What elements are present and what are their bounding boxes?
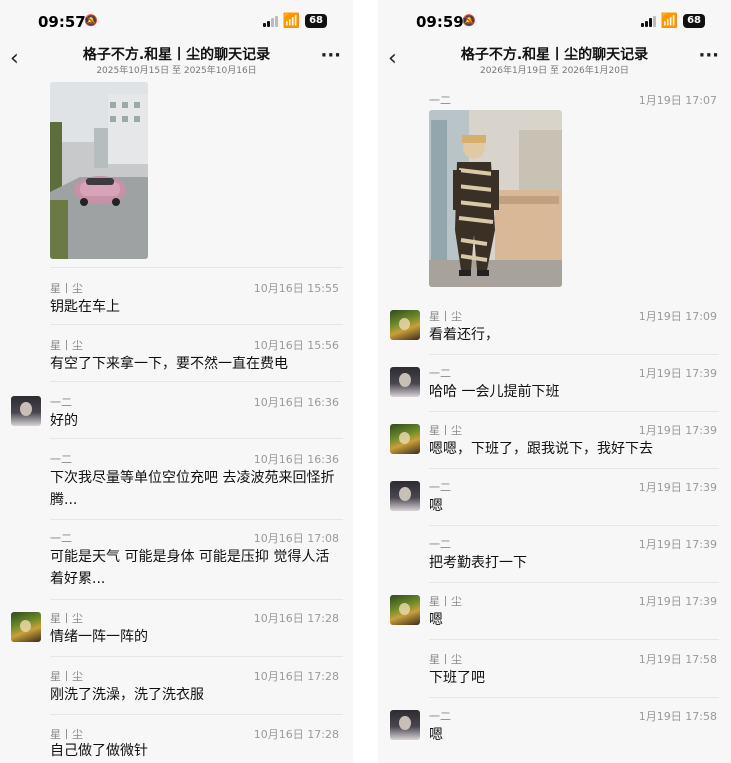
message-text: 刚洗了洗澡，洗了洗衣服	[50, 687, 204, 703]
message-time: 10月16日 15:55	[253, 282, 339, 295]
person-photo-icon	[429, 110, 562, 287]
avatar[interactable]	[11, 612, 41, 642]
divider	[50, 381, 343, 382]
wifi-icon: 📶	[282, 13, 301, 29]
divider	[50, 519, 343, 520]
divider	[429, 411, 719, 412]
bell-slash-icon: 🔕	[84, 14, 98, 27]
divider	[429, 639, 719, 640]
message-text: 可能是天气 可能是身体 可能是压抑 觉得人活着好累...	[50, 549, 330, 587]
bell-slash-icon: 🔕	[462, 14, 476, 27]
avatar[interactable]	[390, 424, 420, 454]
status-time: 09:59	[416, 13, 464, 31]
chevron-left-icon[interactable]: ‹	[388, 47, 397, 71]
message-sender: 一二	[429, 710, 451, 723]
message-time: 10月16日 17:28	[253, 612, 339, 625]
message-image-person[interactable]	[429, 110, 562, 287]
more-dots-icon[interactable]: ···	[698, 47, 719, 65]
message-time: 10月16日 17:28	[253, 670, 339, 683]
message-sender: 星丨尘	[50, 612, 83, 625]
avatar[interactable]	[390, 481, 420, 511]
divider	[429, 525, 719, 526]
message-time: 1月19日 17:07	[638, 94, 717, 107]
avatar[interactable]	[390, 710, 420, 740]
divider	[429, 582, 719, 583]
chat-history-screen-right: 09:59 🔕 📶 68 ‹ 格子不方.和星丨尘的聊天记录 2026年1月19日…	[378, 0, 731, 763]
message-text: 嗯	[429, 612, 443, 628]
page-title: 格子不方.和星丨尘的聊天记录	[82, 47, 271, 63]
message-image-car[interactable]	[50, 82, 148, 259]
avatar[interactable]	[390, 367, 420, 397]
divider	[50, 714, 343, 715]
message-text: 把考勤表打一下	[429, 555, 527, 571]
avatar[interactable]	[11, 396, 41, 426]
message-sender: 星丨尘	[429, 424, 462, 437]
message-text: 嗯	[429, 727, 443, 743]
divider	[50, 324, 343, 325]
page-title: 格子不方.和星丨尘的聊天记录	[460, 47, 649, 63]
message-sender: 一二	[429, 367, 451, 380]
message-sender: 一二	[429, 94, 451, 107]
message-time: 10月16日 15:56	[253, 339, 339, 352]
message-sender: 一二	[50, 396, 72, 409]
message-time: 1月19日 17:58	[638, 653, 717, 666]
message-sender: 一二	[429, 538, 451, 551]
battery-icon: 68	[683, 14, 705, 28]
message-time: 1月19日 17:39	[638, 481, 717, 494]
message-sender: 一二	[429, 481, 451, 494]
divider	[50, 438, 343, 439]
message-time: 10月16日 16:36	[253, 396, 339, 409]
message-sender: 星丨尘	[50, 339, 83, 352]
message-sender: 星丨尘	[50, 282, 83, 295]
message-text: 自己做了做微针	[50, 743, 148, 759]
divider	[429, 468, 719, 469]
message-text: 看着还行，	[429, 327, 499, 343]
message-sender: 星丨尘	[429, 595, 462, 608]
message-time: 1月19日 17:58	[638, 710, 717, 723]
message-time: 1月19日 17:39	[638, 595, 717, 608]
date-range: 2025年10月15日 至 2025年10月16日	[96, 66, 257, 76]
message-text: 情绪一阵一阵的	[50, 629, 148, 645]
date-range: 2026年1月19日 至 2026年1月20日	[480, 66, 629, 76]
signal-icon	[262, 15, 278, 27]
avatar[interactable]	[390, 595, 420, 625]
message-text: 哈哈 一会儿提前下班	[429, 384, 560, 400]
message-sender: 一二	[50, 532, 72, 545]
status-time: 09:57	[38, 13, 86, 31]
message-sender: 星丨尘	[50, 670, 83, 683]
message-time: 1月19日 17:39	[638, 424, 717, 437]
wifi-icon: 📶	[660, 13, 679, 29]
more-dots-icon[interactable]: ···	[320, 47, 341, 65]
message-text: 有空了下来拿一下，要不然一直在费电	[50, 356, 288, 372]
signal-icon	[640, 15, 656, 27]
message-time: 10月16日 16:36	[253, 453, 339, 466]
message-text: 好的	[50, 413, 78, 429]
status-bar: 09:59 🔕 📶 68	[378, 0, 731, 44]
divider	[50, 267, 343, 268]
message-time: 1月19日 17:39	[638, 367, 717, 380]
nav-bar: ‹ 格子不方.和星丨尘的聊天记录 2025年10月15日 至 2025年10月1…	[0, 44, 353, 78]
divider	[429, 354, 719, 355]
divider	[50, 599, 343, 600]
car-photo-icon	[50, 82, 148, 259]
divider	[50, 656, 343, 657]
chevron-left-icon[interactable]: ‹	[10, 47, 19, 71]
divider	[429, 697, 719, 698]
message-time: 10月16日 17:08	[253, 532, 339, 545]
message-text: 嗯嗯，下班了，跟我说下，我好下去	[429, 441, 653, 457]
message-text: 钥匙在车上	[50, 299, 120, 315]
message-sender: 星丨尘	[429, 653, 462, 666]
message-sender: 星丨尘	[429, 310, 462, 323]
chat-history-screen-left: 09:57 🔕 📶 68 ‹ 格子不方.和星丨尘的聊天记录 2025年10月15…	[0, 0, 353, 763]
status-bar: 09:57 🔕 📶 68	[0, 0, 353, 44]
battery-icon: 68	[305, 14, 327, 28]
avatar[interactable]	[390, 310, 420, 340]
message-time: 1月19日 17:39	[638, 538, 717, 551]
nav-bar: ‹ 格子不方.和星丨尘的聊天记录 2026年1月19日 至 2026年1月20日…	[378, 44, 731, 78]
message-text: 嗯	[429, 498, 443, 514]
message-text: 下班了吧	[429, 670, 485, 686]
message-time: 1月19日 17:09	[638, 310, 717, 323]
message-text: 下次我尽量等单位空位充吧 去凌波苑来回怪折腾...	[50, 470, 335, 508]
message-sender: 一二	[50, 453, 72, 466]
